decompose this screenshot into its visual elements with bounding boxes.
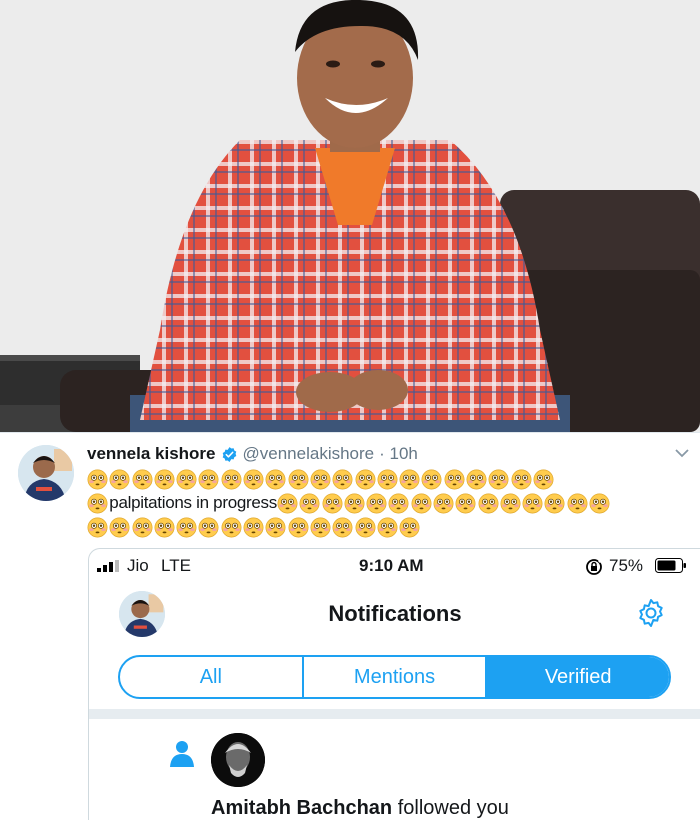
flushed-face-emoji xyxy=(500,493,521,513)
flushed-face-emoji xyxy=(243,517,264,537)
flushed-face-emoji xyxy=(176,517,197,537)
notification-item[interactable]: Amitabh Bachchan followed you xyxy=(89,719,700,820)
tweet-text-line xyxy=(87,467,692,491)
notification-action: followed you xyxy=(397,797,509,819)
flushed-face-emoji xyxy=(545,493,565,513)
flushed-face-emoji xyxy=(109,469,130,489)
flushed-face-emoji xyxy=(221,517,242,537)
flushed-face-emoji xyxy=(299,493,320,513)
flushed-face-emoji xyxy=(332,517,353,537)
page-title: Notifications xyxy=(328,601,462,626)
flushed-face-emoji xyxy=(199,469,219,489)
flushed-face-emoji xyxy=(132,469,153,489)
follower-avatar[interactable] xyxy=(211,733,265,787)
battery-percent: 75% xyxy=(609,556,644,575)
follower-name[interactable]: Amitabh Bachchan xyxy=(211,797,392,819)
display-name[interactable]: vennela kishore xyxy=(87,444,216,464)
flushed-face-emoji xyxy=(87,493,108,513)
battery-icon xyxy=(655,558,686,573)
flushed-face-emoji xyxy=(265,517,286,537)
man-on-sofa-photo xyxy=(0,0,700,432)
flushed-face-emoji xyxy=(411,493,432,513)
tweet-text-line xyxy=(87,515,692,539)
flushed-face-emoji xyxy=(355,517,376,537)
tweet-header: vennela kishore @vennelakishore · 10h xyxy=(87,444,418,464)
flushed-face-emoji xyxy=(567,493,588,513)
flushed-face-emoji xyxy=(221,469,242,489)
signal-strength-icon xyxy=(97,560,119,572)
person-follow-icon xyxy=(170,741,194,767)
rotation-lock-icon xyxy=(586,558,603,575)
tweet-avatar[interactable] xyxy=(18,445,74,501)
flushed-face-emoji xyxy=(433,493,454,513)
flushed-face-emoji xyxy=(377,469,398,489)
handle[interactable]: @vennelakishore xyxy=(243,444,375,464)
notification-filter-tabs: All Mentions Verified xyxy=(118,655,671,699)
avatar-image xyxy=(18,445,74,501)
chevron-down-icon[interactable] xyxy=(674,445,690,461)
attached-screenshot[interactable]: Jio LTE 9:10 AM 75% Notifications All Me… xyxy=(88,548,700,820)
flushed-face-emoji xyxy=(478,493,499,513)
flushed-face-emoji xyxy=(310,517,331,537)
flushed-face-emoji xyxy=(466,469,487,489)
flushed-face-emoji xyxy=(455,493,476,513)
flushed-face-emoji xyxy=(421,469,442,489)
flushed-face-emoji xyxy=(154,469,175,489)
flushed-face-emoji xyxy=(265,469,286,489)
carrier-name: Jio xyxy=(127,556,149,575)
photo xyxy=(0,0,700,432)
flushed-face-emoji xyxy=(199,517,219,537)
tab-all[interactable]: All xyxy=(120,657,304,697)
flushed-face-emoji xyxy=(522,493,543,513)
status-bar: Jio LTE 9:10 AM 75% xyxy=(89,549,700,581)
status-time: 9:10 AM xyxy=(359,556,424,575)
avatar-image xyxy=(211,733,265,787)
flushed-face-emoji xyxy=(511,469,532,489)
verified-badge-icon xyxy=(222,446,236,462)
flushed-face-emoji xyxy=(87,517,108,537)
flushed-face-emoji xyxy=(310,469,331,489)
flushed-face-emoji xyxy=(87,469,108,489)
divider xyxy=(89,709,700,719)
notification-text: Amitabh Bachchan followed you xyxy=(211,797,509,820)
flushed-face-emoji xyxy=(533,469,554,489)
flushed-face-emoji xyxy=(332,469,353,489)
flushed-face-emoji xyxy=(399,517,420,537)
flushed-face-emoji xyxy=(154,517,175,537)
flushed-face-emoji xyxy=(132,517,153,537)
flushed-face-emoji xyxy=(176,469,197,489)
flushed-face-emoji xyxy=(322,493,342,513)
tab-verified[interactable]: Verified xyxy=(487,657,669,697)
tweet-text: palpitations in progress xyxy=(87,467,692,539)
flushed-face-emoji xyxy=(388,493,409,513)
flushed-face-emoji xyxy=(243,469,264,489)
flushed-face-emoji xyxy=(488,469,509,489)
tweet-card[interactable]: vennela kishore @vennelakishore · 10h pa… xyxy=(0,432,700,820)
tab-mentions[interactable]: Mentions xyxy=(304,657,488,697)
flushed-face-emoji xyxy=(109,517,130,537)
flushed-face-emoji xyxy=(277,493,298,513)
flushed-face-emoji xyxy=(366,493,387,513)
tweet-text-content: palpitations in progress xyxy=(109,493,277,512)
flushed-face-emoji xyxy=(288,469,309,489)
timestamp[interactable]: · 10h xyxy=(379,444,418,464)
network-type: LTE xyxy=(161,556,191,575)
flushed-face-emoji xyxy=(288,517,309,537)
tweet-text-line: palpitations in progress xyxy=(87,491,692,515)
flushed-face-emoji xyxy=(355,469,376,489)
flushed-face-emoji xyxy=(589,493,610,513)
flushed-face-emoji xyxy=(444,469,465,489)
gear-icon[interactable] xyxy=(635,597,667,629)
flushed-face-emoji xyxy=(344,493,365,513)
flushed-face-emoji xyxy=(377,517,398,537)
flushed-face-emoji xyxy=(399,469,420,489)
